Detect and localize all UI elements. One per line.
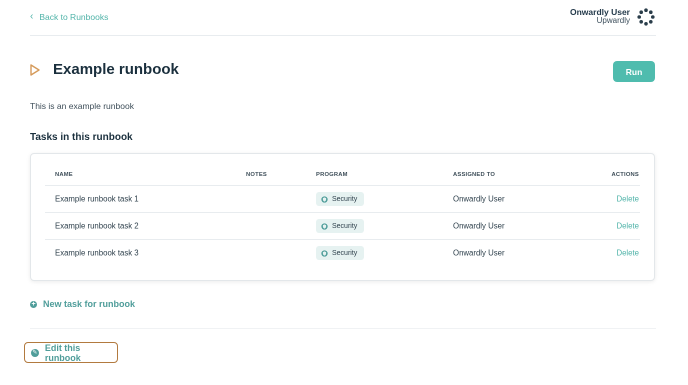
plus-circle-icon: + <box>30 300 37 308</box>
runbook-description: This is an example runbook <box>30 101 134 111</box>
new-task-label: New task for runbook <box>43 299 136 309</box>
program-label: Security <box>332 222 358 230</box>
edit-runbook-label: Edit this runbook <box>44 342 81 363</box>
delete-task-button[interactable]: Delete <box>616 222 639 231</box>
run-button[interactable]: Run <box>613 61 655 82</box>
column-header-name: NAME <box>55 172 73 178</box>
task-name[interactable]: Example runbook task 3 <box>55 249 139 258</box>
table-row: Example runbook task 2 Security Onwardly… <box>31 213 654 239</box>
program-badge: Security <box>316 246 365 260</box>
table-row: Example runbook task 3 Security Onwardly… <box>31 240 654 266</box>
program-label: Security <box>332 195 358 203</box>
column-header-notes: NOTES <box>246 172 267 178</box>
user-info: Onwardly User Upwardly <box>570 8 630 25</box>
column-header-actions: ACTIONS <box>611 172 639 178</box>
task-name[interactable]: Example runbook task 1 <box>55 195 139 204</box>
assigned-to: Onwardly User <box>453 221 505 231</box>
back-to-runbooks-link[interactable]: ‹ Back to Runbooks <box>30 11 109 23</box>
back-link-label: Back to Runbooks <box>39 12 109 22</box>
play-icon <box>30 63 40 76</box>
edit-runbook-button[interactable]: ✎ Edit this runbook <box>24 342 118 363</box>
task-name[interactable]: Example runbook task 2 <box>55 222 139 231</box>
shield-icon <box>321 195 328 203</box>
new-task-button[interactable]: + New task for runbook <box>30 299 135 309</box>
footer-divider <box>30 328 656 329</box>
delete-task-button[interactable]: Delete <box>616 249 639 258</box>
shield-icon <box>321 249 328 257</box>
edit-circle-icon: ✎ <box>31 348 39 357</box>
column-header-program: PROGRAM <box>316 172 348 178</box>
program-badge: Security <box>316 219 365 233</box>
table-row: Example runbook task 1 Security Onwardly… <box>31 186 654 212</box>
column-header-assigned-to: ASSIGNED TO <box>453 172 496 178</box>
tasks-table: NAME NOTES PROGRAM ASSIGNED TO ACTIONS E… <box>30 153 655 281</box>
page-title: Example runbook <box>53 61 179 78</box>
shield-icon <box>321 222 328 230</box>
header-divider <box>30 35 656 36</box>
org-logo-icon[interactable] <box>637 8 655 26</box>
delete-task-button[interactable]: Delete <box>616 195 639 204</box>
runbook-title-row: Example runbook <box>30 61 179 78</box>
tasks-section-title: Tasks in this runbook <box>30 132 133 143</box>
program-badge: Security <box>316 192 365 206</box>
assigned-to: Onwardly User <box>453 248 505 258</box>
program-label: Security <box>332 249 358 257</box>
org-name: Upwardly <box>596 15 630 25</box>
assigned-to: Onwardly User <box>453 194 505 204</box>
chevron-left-icon: ‹ <box>30 11 34 22</box>
